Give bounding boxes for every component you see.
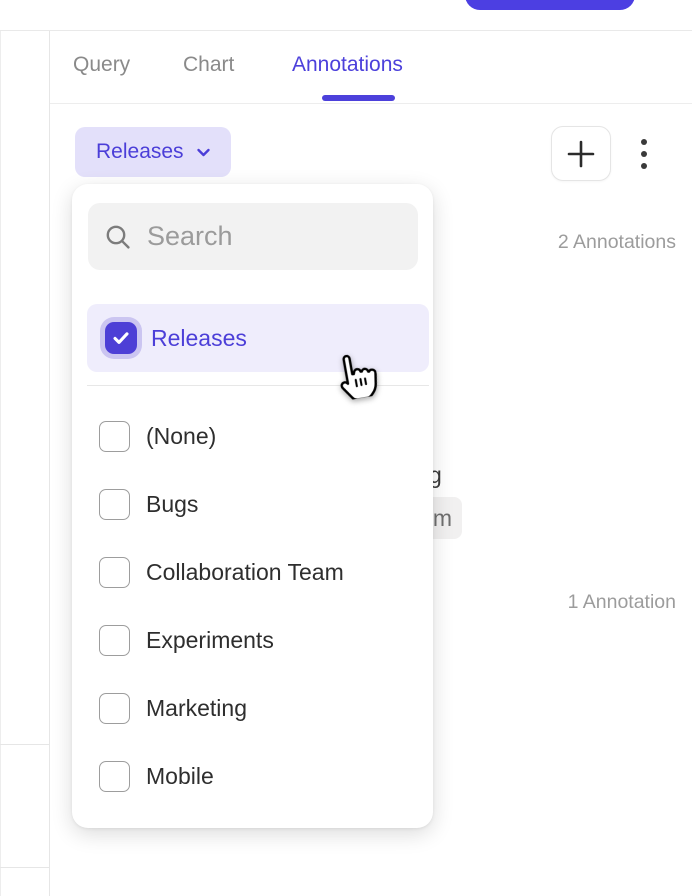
releases-filter-dropdown: Releases (None) Bugs Collaboration Team … [72,184,433,828]
releases-filter-button[interactable]: Releases [75,127,231,177]
checkbox-unchecked[interactable] [99,625,130,656]
dropdown-option-label: Marketing [146,695,247,722]
dropdown-option-label: Releases [151,325,247,352]
releases-filter-label: Releases [96,140,184,164]
dropdown-option-bugs[interactable]: Bugs [72,470,433,538]
search-input[interactable] [147,221,404,252]
dropdown-option-label: Collaboration Team [146,559,344,586]
checkbox-unchecked[interactable] [99,761,130,792]
dropdown-option-label: Experiments [146,627,274,654]
checkbox-unchecked[interactable] [99,693,130,724]
dropdown-option-none[interactable]: (None) [72,402,433,470]
checkbox-unchecked[interactable] [99,421,130,452]
checkbox-checked[interactable] [105,322,137,354]
dropdown-option-collaboration-team[interactable]: Collaboration Team [72,538,433,606]
dropdown-option-releases[interactable]: Releases [87,304,429,372]
dropdown-option-experiments[interactable]: Experiments [72,606,433,674]
search-input-wrap[interactable] [88,203,418,270]
checkbox-unchecked[interactable] [99,489,130,520]
dropdown-option-marketing[interactable]: Marketing [72,674,433,742]
checkbox-unchecked[interactable] [99,557,130,588]
chevron-down-icon [194,143,213,162]
dropdown-option-list: (None) Bugs Collaboration Team Experimen… [72,402,433,810]
dropdown-option-label: Mobile [146,763,214,790]
annotations-count: 1 Annotation [568,591,676,614]
dropdown-option-mobile[interactable]: Mobile [72,742,433,810]
dropdown-option-label: Bugs [146,491,198,518]
check-icon [110,327,132,349]
dropdown-option-label: (None) [146,423,216,450]
search-icon [103,222,133,252]
annotations-count: 2 Annotations [558,231,676,254]
primary-action-button[interactable] [465,0,635,10]
dropdown-divider [87,385,429,386]
